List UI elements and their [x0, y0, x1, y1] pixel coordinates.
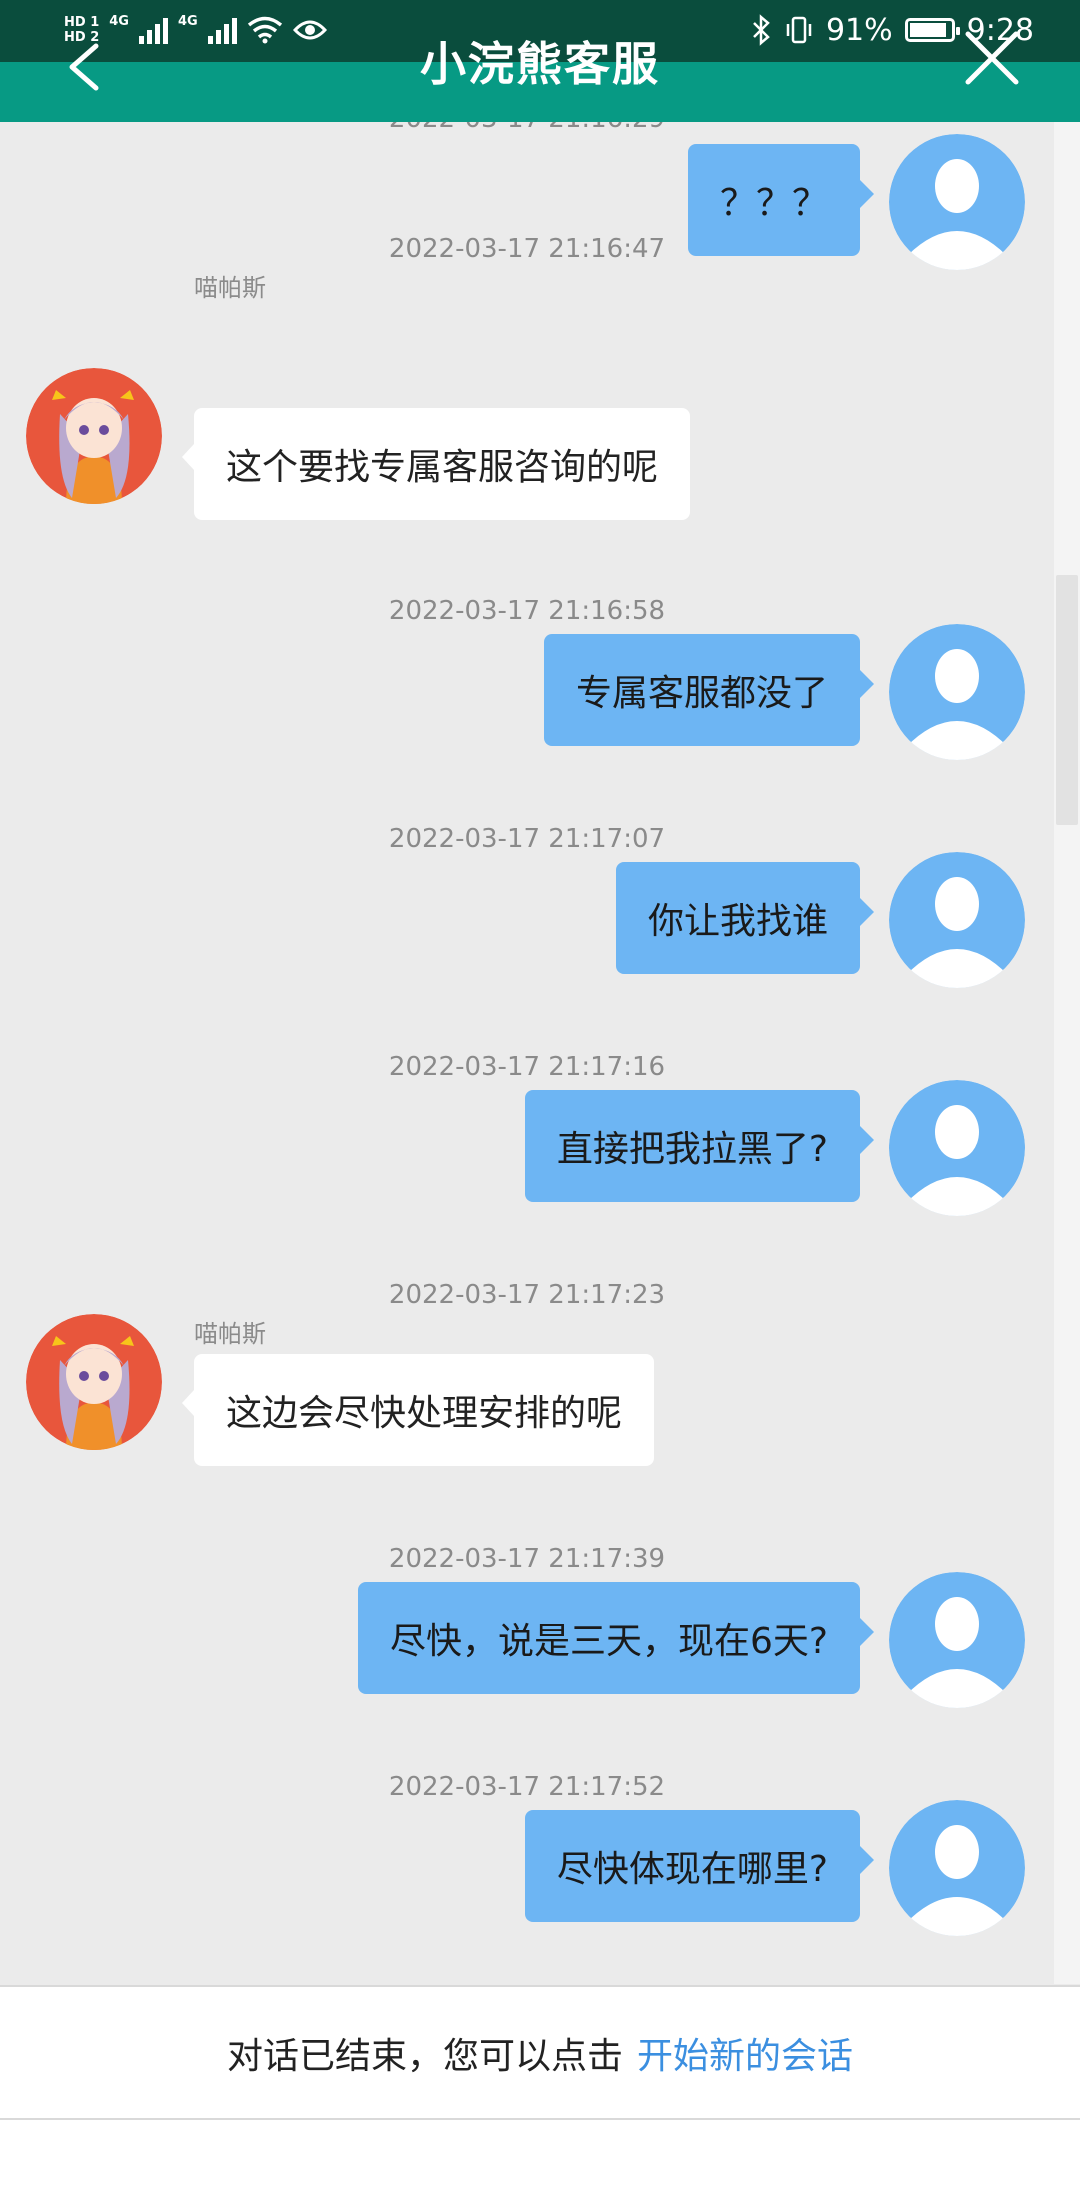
user-avatar [889, 624, 1025, 760]
user-avatar [889, 1080, 1025, 1216]
message-timestamp: 2022-03-17 21:17:16 [388, 1052, 666, 1082]
message-timestamp: 2022-03-17 21:16:29 [0, 122, 1054, 134]
agent-message-bubble[interactable]: 这边会尽快处理安排的呢 [181, 1354, 655, 1466]
message-timestamp: 2022-03-17 21:17:52 [388, 1772, 666, 1802]
anime-girl-avatar-icon [26, 1314, 162, 1450]
agent-avatar [26, 1314, 162, 1450]
default-avatar-icon [889, 1800, 1025, 1936]
start-new-session-link[interactable]: 开始新的会话 [637, 2027, 853, 2079]
message-timestamp: 2022-03-17 21:17:07 [388, 824, 666, 854]
default-avatar-icon [889, 1572, 1025, 1708]
anime-girl-avatar-icon [26, 368, 162, 504]
user-avatar [889, 852, 1025, 988]
message-timestamp: 2022-03-17 21:17:23 [388, 1280, 666, 1310]
default-avatar-icon [889, 852, 1025, 988]
message-timestamp: 2022-03-17 21:16:47 [388, 234, 666, 264]
network-type-2: 4G [177, 14, 198, 29]
default-avatar-icon [889, 624, 1025, 760]
user-message-bubble[interactable]: 专属客服都没了 [543, 634, 875, 746]
user-message-bubble[interactable]: 尽快，说是三天，现在6天? [357, 1582, 875, 1694]
message-timestamp: 2022-03-17 21:17:39 [388, 1544, 666, 1574]
user-avatar [889, 1572, 1025, 1708]
close-icon[interactable] [962, 28, 1022, 88]
user-avatar [889, 1800, 1025, 1936]
back-arrow-icon[interactable] [64, 42, 104, 92]
agent-name: 喵帕斯 [194, 274, 266, 302]
default-avatar-icon [889, 1080, 1025, 1216]
agent-message-bubble[interactable]: 这个要找专属客服咨询的呢 [181, 408, 691, 520]
user-message-bubble[interactable]: 尽快体现在哪里? [524, 1810, 875, 1922]
scrollbar-thumb[interactable] [1056, 575, 1078, 825]
page-title: 小浣熊客服 [420, 37, 660, 91]
agent-name: 喵帕斯 [194, 1320, 266, 1348]
bottom-area [0, 2120, 1080, 2204]
scrollbar-track[interactable] [1054, 122, 1080, 1984]
agent-avatar [26, 368, 162, 504]
user-message-bubble[interactable]: 直接把我拉黑了? [524, 1090, 875, 1202]
conversation-ended-text: 对话已结束，您可以点击 [226, 2035, 623, 2077]
network-type-1: 4G [109, 14, 129, 29]
chat-messages[interactable]: 2022-03-17 21:16:29 ？？？ 2022-03-17 21:16… [0, 122, 1054, 1984]
conversation-ended-banner: 对话已结束，您可以点击 开始新的会话 [0, 1985, 1080, 2120]
user-message-bubble[interactable]: 你让我找谁 [615, 862, 875, 974]
message-timestamp: 2022-03-17 21:16:58 [388, 596, 666, 626]
